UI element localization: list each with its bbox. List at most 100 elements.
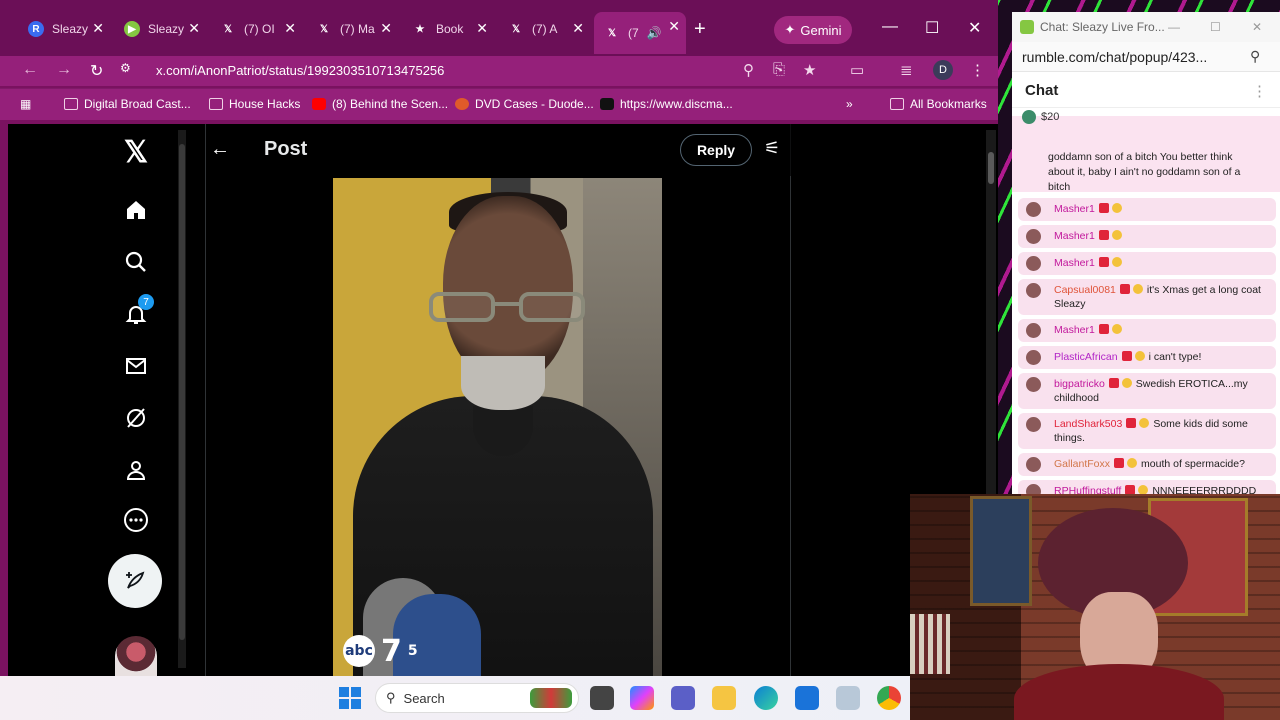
- bookmark-folder[interactable]: Digital Broad Cast...: [64, 97, 191, 111]
- chat-titlebar: Chat: Sleazy Live Fro... — ☐ ✕: [1012, 12, 1280, 42]
- chat-username[interactable]: Capsual0081: [1054, 284, 1116, 296]
- chat-address-bar[interactable]: rumble.com/chat/popup/423... ⚲: [1012, 42, 1280, 72]
- close-icon[interactable]: ✕: [476, 20, 488, 37]
- chat-username[interactable]: bigpatricko: [1054, 378, 1105, 390]
- close-icon[interactable]: ✕: [92, 20, 104, 37]
- avatar[interactable]: [1026, 229, 1041, 244]
- compose-post-button[interactable]: [108, 554, 162, 608]
- chat-username[interactable]: Masher1: [1054, 230, 1095, 242]
- tab-rumble-1[interactable]: R Sleazy ✕: [18, 14, 110, 44]
- bookmark-link[interactable]: DVD Cases - Duode...: [455, 97, 594, 111]
- forward-arrow-icon[interactable]: →: [56, 61, 72, 79]
- tab-bookmarks[interactable]: ★ Book ✕: [402, 14, 494, 44]
- chrome-icon[interactable]: [877, 686, 901, 710]
- app-icon[interactable]: [836, 686, 860, 710]
- avatar[interactable]: [1026, 457, 1041, 472]
- reply-button[interactable]: Reply: [680, 134, 752, 166]
- speaker-icon[interactable]: 🔊: [647, 26, 662, 40]
- tab-rumble-2[interactable]: ▶ Sleazy ✕: [114, 14, 206, 44]
- chat-text: i can't type!: [1148, 351, 1202, 363]
- bookmark-link[interactable]: (8) Behind the Scen...: [312, 97, 448, 111]
- maximize-button[interactable]: ☐: [925, 18, 939, 38]
- avatar[interactable]: [1026, 417, 1041, 432]
- avatar[interactable]: [1026, 256, 1041, 271]
- back-arrow-icon[interactable]: ←: [22, 61, 38, 79]
- bookmark-label: https://www.discma...: [620, 97, 733, 111]
- more-circle-icon[interactable]: [122, 506, 150, 534]
- cast-icon[interactable]: ▭: [850, 61, 864, 79]
- zoom-icon[interactable]: ⚲: [1250, 48, 1260, 65]
- maximize-button[interactable]: ☐: [1210, 20, 1221, 34]
- avatar[interactable]: [1026, 350, 1041, 365]
- nav-scrollbar[interactable]: [178, 130, 186, 668]
- tab-x-2[interactable]: 𝕏 (7) Ma ✕: [306, 14, 398, 44]
- gemini-button[interactable]: ✦ Gemini: [774, 16, 852, 44]
- zoom-icon[interactable]: ⚲: [743, 61, 754, 79]
- avatar[interactable]: [1026, 377, 1041, 392]
- chat-username[interactable]: LandShark503: [1054, 418, 1122, 430]
- close-icon[interactable]: ✕: [668, 18, 680, 35]
- all-bookmarks-folder[interactable]: All Bookmarks: [890, 97, 987, 111]
- profile-avatar[interactable]: D: [933, 60, 953, 80]
- sub-badge-icon: [1121, 351, 1132, 361]
- media-controls-icon[interactable]: ≣: [900, 61, 913, 79]
- account-avatar[interactable]: [115, 636, 157, 676]
- chat-username[interactable]: Masher1: [1054, 324, 1095, 336]
- avatar[interactable]: [1026, 202, 1041, 217]
- tab-x-3[interactable]: 𝕏 (7) A ✕: [498, 14, 590, 44]
- windows-start-icon[interactable]: [339, 687, 361, 709]
- url-text: x.com/iAnonPatriot/status/19923035107134…: [156, 62, 445, 78]
- bookmark-folder[interactable]: House Hacks: [209, 97, 300, 111]
- teams-icon[interactable]: [671, 686, 695, 710]
- bookmark-star-icon[interactable]: ★: [803, 61, 816, 79]
- sub-badge-icon: [1119, 284, 1130, 294]
- file-explorer-icon[interactable]: [712, 686, 736, 710]
- back-arrow-icon[interactable]: ←: [210, 138, 230, 161]
- profile-person-icon[interactable]: [122, 456, 150, 484]
- rant-message: $20 goddamn son of a bitch You better th…: [1012, 110, 1280, 193]
- close-window-button[interactable]: ✕: [1252, 20, 1262, 34]
- address-bar[interactable]: ⚙ x.com/iAnonPatriot/status/199230351071…: [120, 56, 840, 84]
- emote-badge-icon: [1132, 284, 1143, 294]
- chat-options-icon[interactable]: ⋮: [1252, 82, 1267, 100]
- new-tab-button[interactable]: +: [694, 18, 706, 41]
- emote-badge-icon: [1127, 458, 1138, 468]
- messages-envelope-icon[interactable]: [122, 352, 150, 380]
- close-icon[interactable]: ✕: [188, 20, 200, 37]
- close-window-button[interactable]: ✕: [968, 18, 981, 38]
- close-icon[interactable]: ✕: [284, 20, 296, 37]
- minimize-button[interactable]: —: [1168, 20, 1180, 34]
- close-icon[interactable]: ✕: [380, 20, 392, 37]
- sliders-icon[interactable]: ⚟: [764, 138, 780, 159]
- home-icon[interactable]: [122, 196, 150, 224]
- more-bookmarks-chevron-icon[interactable]: »: [846, 97, 853, 111]
- close-icon[interactable]: ✕: [572, 20, 584, 37]
- site-info-icon[interactable]: ⚙: [120, 61, 138, 79]
- chat-username[interactable]: GallantFoxx: [1054, 458, 1110, 470]
- sub-badge-icon: [1114, 458, 1125, 468]
- chat-username[interactable]: Masher1: [1054, 257, 1095, 269]
- post-video[interactable]: abc 7 5: [333, 178, 662, 676]
- task-view-icon[interactable]: [590, 686, 614, 710]
- menu-kebab-icon[interactable]: ⋮: [970, 61, 985, 79]
- bookmark-link[interactable]: https://www.discma...: [600, 97, 733, 111]
- search-icon[interactable]: [122, 248, 150, 276]
- tab-x-active[interactable]: 𝕏 (7 🔊 ✕: [594, 12, 686, 54]
- copilot-icon[interactable]: [630, 686, 654, 710]
- avatar[interactable]: [1026, 323, 1041, 338]
- install-icon[interactable]: ⎘: [773, 61, 785, 78]
- chat-username[interactable]: Masher1: [1054, 203, 1095, 215]
- reload-icon[interactable]: ↻: [90, 61, 103, 81]
- apps-grid-icon[interactable]: ▦: [20, 97, 31, 111]
- minimize-button[interactable]: —: [882, 18, 898, 36]
- x-logo-icon[interactable]: 𝕏: [122, 136, 150, 169]
- taskbar-search[interactable]: ⚲ Search: [375, 683, 579, 713]
- store-icon[interactable]: [795, 686, 819, 710]
- tab-title: (7) Ma: [340, 22, 375, 36]
- tab-x-1[interactable]: 𝕏 (7) OI ✕: [210, 14, 302, 44]
- chat-username[interactable]: PlasticAfrican: [1054, 351, 1118, 363]
- x-logo-icon: 𝕏: [319, 23, 329, 35]
- avatar[interactable]: [1026, 283, 1041, 298]
- edge-icon[interactable]: [754, 686, 778, 710]
- grok-icon[interactable]: [122, 404, 150, 432]
